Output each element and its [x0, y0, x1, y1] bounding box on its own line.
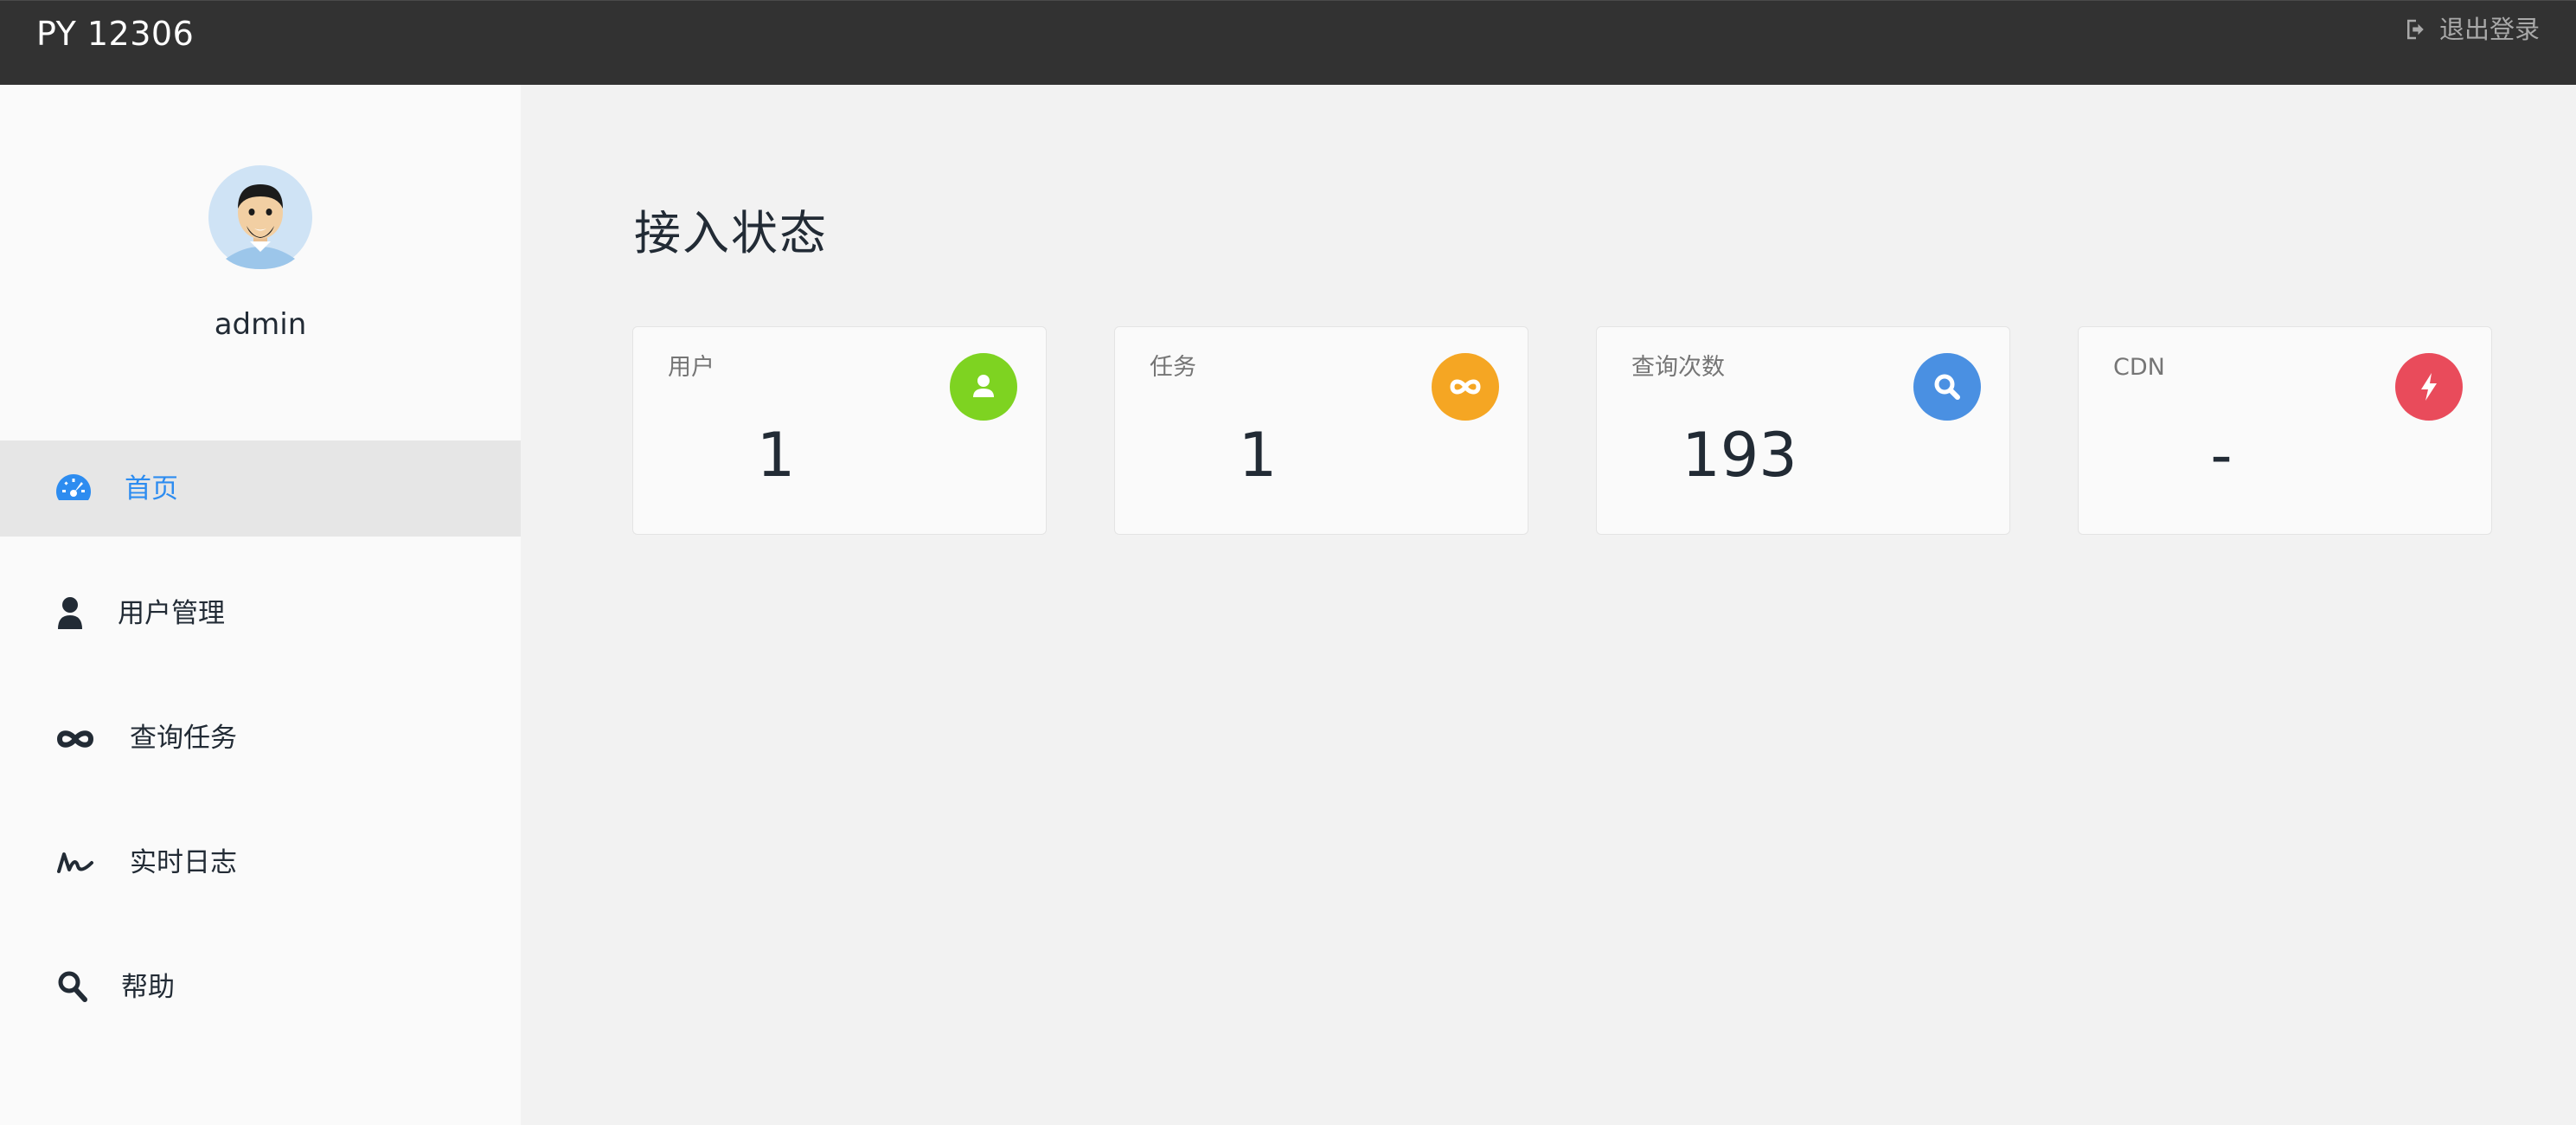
sidebar-item-users[interactable]: 用户管理	[0, 565, 521, 661]
sidebar-item-label: 实时日志	[130, 846, 237, 878]
signature-icon	[55, 847, 95, 884]
infinity-icon	[55, 726, 95, 757]
card-label: 任务	[1150, 354, 1196, 381]
stat-card-cdn: CDN -	[2078, 326, 2492, 535]
app-brand[interactable]: PY 12306	[36, 15, 194, 53]
logout-label: 退出登录	[2438, 15, 2540, 44]
user-icon	[56, 596, 84, 636]
user-icon	[950, 353, 1017, 421]
sign-out-icon	[2403, 16, 2429, 42]
stat-card-query-count: 查询次数 193	[1596, 326, 2010, 535]
sidebar-item-label: 帮助	[121, 971, 175, 1003]
bolt-icon	[2395, 353, 2463, 421]
card-value: 1	[756, 420, 796, 491]
card-label: 用户	[668, 354, 714, 381]
search-icon	[57, 970, 88, 1010]
logout-button[interactable]: 退出登录	[2403, 14, 2540, 45]
sidebar-item-label: 用户管理	[118, 597, 225, 629]
stat-card-users: 用户 1	[632, 326, 1047, 535]
sidebar-item-home[interactable]: 首页	[0, 440, 521, 537]
sidebar-item-label: 首页	[125, 472, 178, 505]
sidebar-item-help[interactable]: 帮助	[0, 939, 521, 1035]
sidebar: admin 首页 用户管理 查询任务 实时日志 帮助	[0, 85, 521, 1125]
card-value: -	[2210, 420, 2233, 491]
top-navbar: PY 12306 退出登录	[0, 0, 2576, 85]
dashboard-icon	[55, 472, 92, 511]
sidebar-item-query-tasks[interactable]: 查询任务	[0, 690, 521, 786]
card-label: 查询次数	[1631, 354, 1725, 381]
card-value: 193	[1682, 420, 1797, 491]
avatar	[208, 165, 312, 269]
infinity-icon	[1432, 353, 1499, 421]
sidebar-item-label: 查询任务	[130, 722, 237, 754]
search-icon	[1913, 353, 1981, 421]
card-value: 1	[1238, 420, 1278, 491]
page-title: 接入状态	[634, 206, 828, 260]
username: admin	[214, 307, 307, 342]
sidebar-item-realtime-log[interactable]: 实时日志	[0, 814, 521, 910]
stat-card-tasks: 任务 1	[1114, 326, 1528, 535]
card-label: CDN	[2113, 354, 2165, 381]
